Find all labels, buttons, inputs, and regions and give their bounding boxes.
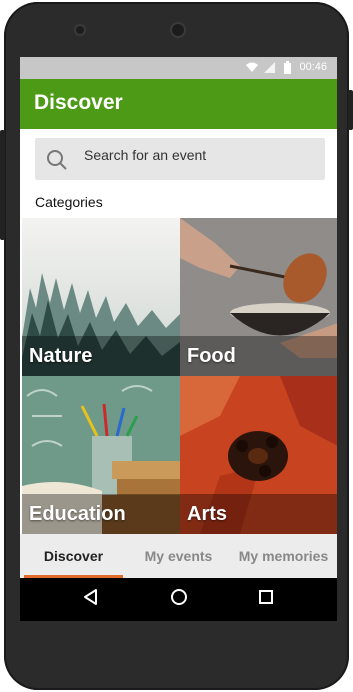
- tab-label: Discover: [43, 548, 104, 564]
- status-time: 00:46: [299, 61, 327, 73]
- tab-my-memories[interactable]: My memories: [230, 534, 337, 578]
- category-label: Food: [187, 345, 236, 367]
- tab-label: My events: [144, 548, 213, 564]
- category-tile-education[interactable]: Education: [22, 376, 180, 534]
- home-icon[interactable]: [170, 588, 188, 606]
- search-input[interactable]: Search for an event: [35, 138, 325, 180]
- app-bar: Discover: [20, 79, 337, 129]
- wifi-icon: [246, 62, 258, 72]
- app-screen: 00:46 Discover Search for an event Categ…: [20, 57, 337, 621]
- categories-heading: Categories: [35, 194, 103, 210]
- power-button: [348, 90, 353, 130]
- search-placeholder: Search for an event: [84, 147, 207, 163]
- category-tile-nature[interactable]: Nature: [22, 218, 180, 376]
- battery-icon: [284, 61, 291, 74]
- category-label: Nature: [29, 345, 93, 367]
- category-tile-food[interactable]: Food: [180, 218, 337, 376]
- search-icon: [47, 150, 67, 170]
- tab-discover[interactable]: Discover: [20, 534, 127, 578]
- recents-icon[interactable]: [258, 589, 274, 605]
- tab-my-events[interactable]: My events: [127, 534, 230, 578]
- bottom-tabs: Discover My events My memories: [20, 534, 337, 578]
- tab-label: My memories: [238, 548, 329, 564]
- sensor: [74, 24, 86, 36]
- category-tile-arts[interactable]: Arts: [180, 376, 337, 534]
- side-button: [0, 130, 5, 240]
- back-icon[interactable]: [82, 588, 98, 606]
- page-title: Discover: [34, 91, 123, 114]
- signal-icon: [264, 62, 275, 73]
- category-label: Education: [29, 503, 126, 525]
- front-camera: [170, 22, 186, 38]
- status-bar: 00:46: [20, 57, 337, 79]
- system-nav-bar: [20, 578, 337, 621]
- category-label: Arts: [187, 503, 228, 525]
